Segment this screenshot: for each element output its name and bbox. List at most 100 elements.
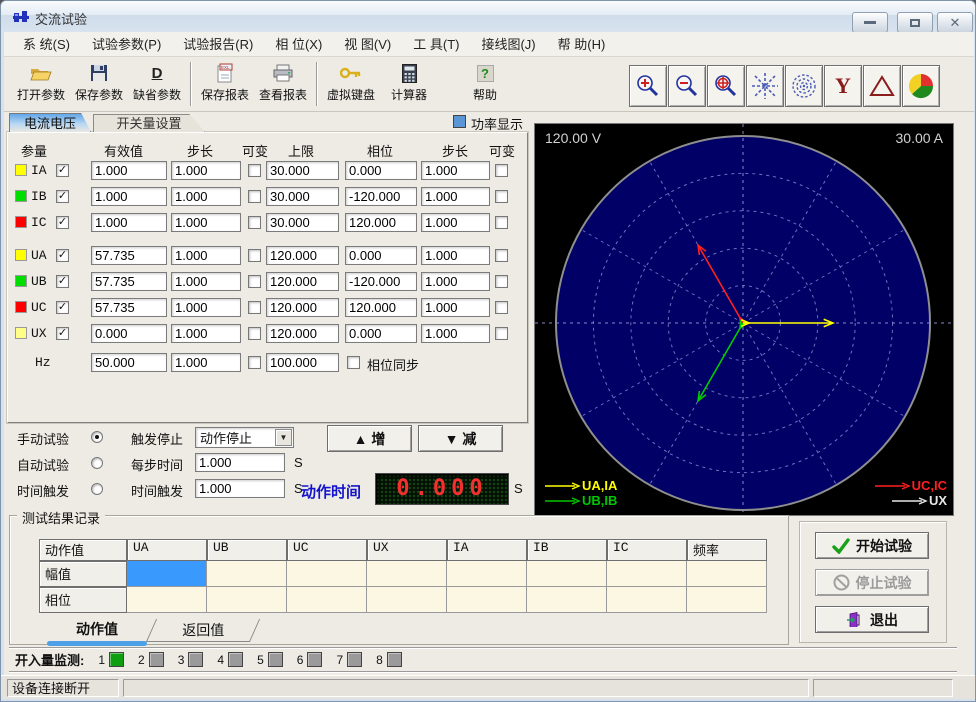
- minimize-button[interactable]: [852, 12, 888, 33]
- manual-test-radio[interactable]: [91, 431, 103, 443]
- phase-variable-checkbox[interactable]: [495, 249, 508, 262]
- menu-test-report[interactable]: 试验报告(R): [172, 32, 264, 57]
- variable-checkbox[interactable]: [248, 249, 261, 262]
- step-input[interactable]: [171, 213, 241, 232]
- frequency-input[interactable]: [91, 353, 167, 372]
- phase-variable-checkbox[interactable]: [495, 216, 508, 229]
- step-input[interactable]: [171, 246, 241, 265]
- phase-step-input[interactable]: [421, 272, 490, 291]
- dropdown-arrow-icon[interactable]: ▼: [275, 429, 292, 446]
- limit-input[interactable]: [266, 298, 339, 317]
- phase-input[interactable]: [345, 187, 417, 206]
- variable-checkbox[interactable]: [248, 216, 261, 229]
- phase-variable-checkbox[interactable]: [495, 190, 508, 203]
- save-report-button[interactable]: EXL 保存报表: [196, 59, 254, 109]
- phase-input[interactable]: [345, 246, 417, 265]
- frequency-variable-checkbox[interactable]: [248, 356, 261, 369]
- tab-action-values[interactable]: 动作值: [47, 619, 147, 646]
- limit-input[interactable]: [266, 213, 339, 232]
- exit-button[interactable]: 退出: [815, 606, 929, 633]
- result-cell[interactable]: [127, 561, 207, 587]
- phase-input[interactable]: [345, 213, 417, 232]
- tab-switch-settings[interactable]: 开关量设置: [93, 114, 205, 132]
- power-display-checkbox[interactable]: [453, 115, 466, 128]
- time-trigger-radio[interactable]: [91, 483, 103, 495]
- phase-variable-checkbox[interactable]: [495, 275, 508, 288]
- zoom-in-button[interactable]: [629, 65, 667, 107]
- step-input[interactable]: [171, 272, 241, 291]
- step-input[interactable]: [171, 187, 241, 206]
- result-cell[interactable]: [607, 561, 687, 587]
- result-cell[interactable]: [527, 561, 607, 587]
- zoom-out-button[interactable]: [668, 65, 706, 107]
- rms-input[interactable]: [91, 213, 167, 232]
- enable-checkbox[interactable]: [56, 301, 69, 314]
- enable-checkbox[interactable]: [56, 275, 69, 288]
- rms-input[interactable]: [91, 161, 167, 180]
- menu-test-params[interactable]: 试验参数(P): [81, 32, 172, 57]
- rms-input[interactable]: [91, 324, 167, 343]
- result-cell[interactable]: [607, 587, 687, 613]
- menu-tools[interactable]: 工 具(T): [402, 32, 470, 57]
- phase-variable-checkbox[interactable]: [495, 327, 508, 340]
- result-cell[interactable]: [687, 561, 767, 587]
- limit-input[interactable]: [266, 324, 339, 343]
- tab-return-values[interactable]: 返回值: [146, 619, 260, 642]
- stop-test-button[interactable]: 停止试验: [815, 569, 929, 596]
- rays-view-button[interactable]: [746, 65, 784, 107]
- menu-phase[interactable]: 相 位(X): [264, 32, 333, 57]
- auto-test-radio[interactable]: [91, 457, 103, 469]
- help-button[interactable]: ? 帮助: [456, 59, 514, 109]
- variable-checkbox[interactable]: [248, 301, 261, 314]
- result-cell[interactable]: [687, 587, 767, 613]
- view-report-button[interactable]: 查看报表: [254, 59, 312, 109]
- phase-input[interactable]: [345, 161, 417, 180]
- limit-input[interactable]: [266, 272, 339, 291]
- phase-step-input[interactable]: [421, 213, 490, 232]
- result-cell[interactable]: [367, 561, 447, 587]
- frequency-limit-input[interactable]: [266, 353, 339, 372]
- result-cell[interactable]: [287, 587, 367, 613]
- limit-input[interactable]: [266, 246, 339, 265]
- result-cell[interactable]: [127, 587, 207, 613]
- phase-input[interactable]: [345, 272, 417, 291]
- phase-input[interactable]: [345, 298, 417, 317]
- increase-button[interactable]: ▲ 增: [327, 425, 412, 452]
- result-cell[interactable]: [287, 561, 367, 587]
- phase-step-input[interactable]: [421, 298, 490, 317]
- variable-checkbox[interactable]: [248, 190, 261, 203]
- result-cell[interactable]: [447, 587, 527, 613]
- rms-input[interactable]: [91, 272, 167, 291]
- delta-view-button[interactable]: [863, 65, 901, 107]
- limit-input[interactable]: [266, 161, 339, 180]
- variable-checkbox[interactable]: [248, 327, 261, 340]
- step-time-input[interactable]: [195, 453, 285, 472]
- time-trigger-input[interactable]: [195, 479, 285, 498]
- menu-help[interactable]: 帮 助(H): [547, 32, 617, 57]
- result-cell[interactable]: [527, 587, 607, 613]
- concentric-circles-view-button[interactable]: [785, 65, 823, 107]
- decrease-button[interactable]: ▼ 减: [418, 425, 503, 452]
- save-params-button[interactable]: 保存参数: [70, 59, 128, 109]
- enable-checkbox[interactable]: [56, 164, 69, 177]
- frequency-step-input[interactable]: [171, 353, 241, 372]
- phase-step-input[interactable]: [421, 161, 490, 180]
- limit-input[interactable]: [266, 187, 339, 206]
- default-params-button[interactable]: D 缺省参数: [128, 59, 186, 109]
- variable-checkbox[interactable]: [248, 275, 261, 288]
- phase-variable-checkbox[interactable]: [495, 301, 508, 314]
- close-button[interactable]: ✕: [937, 12, 973, 33]
- wye-view-button[interactable]: Y: [824, 65, 862, 107]
- open-params-button[interactable]: 打开参数: [12, 59, 70, 109]
- menu-system[interactable]: 系 统(S): [12, 32, 81, 57]
- phase-step-input[interactable]: [421, 246, 490, 265]
- step-input[interactable]: [171, 324, 241, 343]
- calculator-button[interactable]: 计算器: [380, 59, 438, 109]
- tab-current-voltage[interactable]: 电流电压: [9, 113, 91, 132]
- phase-input[interactable]: [345, 324, 417, 343]
- enable-checkbox[interactable]: [56, 190, 69, 203]
- phase-sync-checkbox[interactable]: [347, 356, 360, 369]
- phase-variable-checkbox[interactable]: [495, 164, 508, 177]
- phase-step-input[interactable]: [421, 324, 490, 343]
- menu-view[interactable]: 视 图(V): [333, 32, 402, 57]
